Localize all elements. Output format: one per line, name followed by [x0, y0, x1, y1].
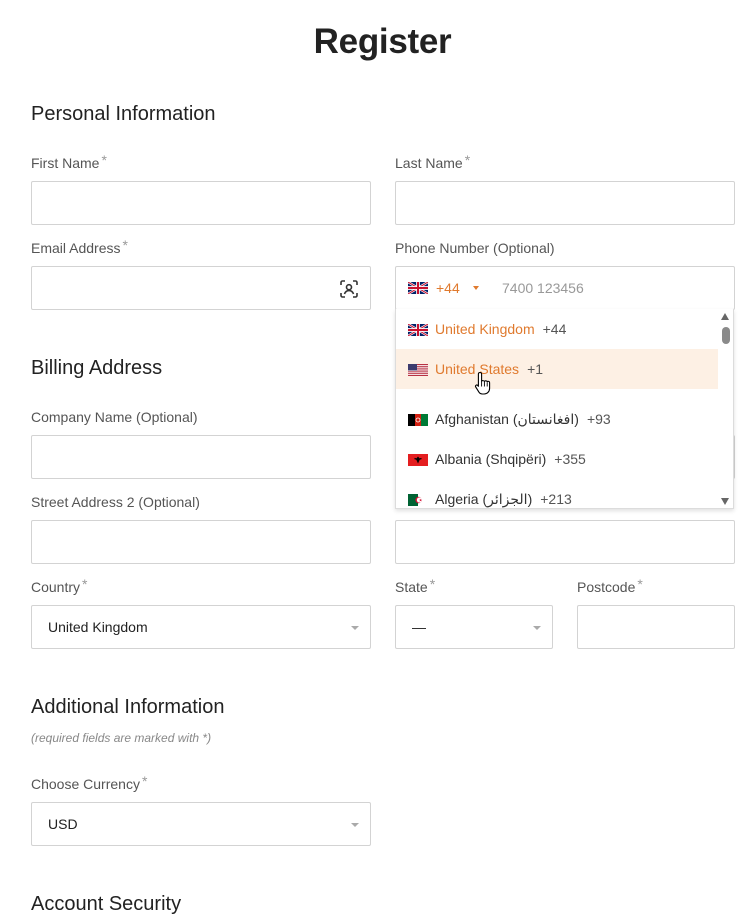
phone-input[interactable]: +44 7400 123456 — [395, 266, 735, 310]
gb-flag-icon — [408, 324, 428, 336]
required-mark: * — [122, 237, 128, 253]
street2-label: Street Address 2 (Optional) — [31, 494, 200, 510]
postcode-label: Postcode * — [577, 576, 643, 595]
scroll-up-arrow-icon[interactable] — [721, 313, 729, 320]
street-address-2-input[interactable] — [31, 520, 371, 564]
last-name-input[interactable] — [395, 181, 735, 225]
country-label: Country * — [31, 576, 88, 595]
required-mark: * — [464, 152, 471, 168]
hand-pointer-cursor-icon — [474, 371, 494, 395]
phone-placeholder: 7400 123456 — [502, 280, 584, 296]
email-input[interactable] — [31, 266, 371, 310]
company-input[interactable] — [31, 435, 371, 479]
dz-flag-icon — [408, 494, 428, 506]
required-fields-note: (required fields are marked with *) — [31, 731, 212, 745]
phone-label: Phone Number (Optional) — [395, 240, 555, 256]
section-heading-personal: Personal Information — [31, 103, 216, 125]
gb-flag-icon — [408, 282, 428, 294]
chevron-down-icon — [351, 626, 359, 630]
first-name-label: First Name * — [31, 152, 107, 171]
page-title: Register — [313, 22, 452, 61]
country-option-code: +355 — [554, 451, 586, 467]
dropdown-scrollbar[interactable] — [718, 309, 733, 508]
us-flag-icon — [408, 364, 428, 376]
state-value: — — [412, 619, 426, 635]
country-option-name: Algeria (‫الجزائر‬‎) — [435, 491, 533, 507]
company-label: Company Name (Optional) — [31, 409, 198, 425]
first-name-input[interactable] — [31, 181, 371, 225]
contact-autofill-icon[interactable] — [340, 280, 358, 298]
phone-country-selector[interactable]: +44 — [396, 267, 490, 309]
country-option-code: +1 — [527, 361, 544, 377]
country-option-name: Albania (Shqipëri) — [435, 451, 547, 467]
currency-value: USD — [48, 816, 78, 832]
country-select[interactable]: United Kingdom — [31, 605, 371, 649]
email-label: Email Address * — [31, 237, 128, 256]
country-option-united-states[interactable]: United States +1 — [396, 349, 719, 389]
country-option-name: United Kingdom — [435, 321, 535, 337]
required-mark: * — [141, 773, 148, 789]
scrollbar-thumb[interactable] — [722, 327, 730, 344]
chevron-down-icon — [473, 286, 479, 290]
country-option-albania[interactable]: Albania (Shqipëri) +355 — [396, 439, 719, 479]
al-flag-icon — [408, 454, 428, 466]
country-option-code: +44 — [542, 321, 567, 337]
register-page: Register Personal Information First Name… — [0, 0, 755, 917]
country-option-algeria[interactable]: Algeria (‫الجزائر‬‎) +213 — [396, 479, 719, 508]
af-flag-icon — [408, 414, 428, 426]
state-select[interactable]: — — [395, 605, 553, 649]
city-input[interactable] — [395, 520, 735, 564]
currency-label: Choose Currency * — [31, 773, 148, 792]
required-mark: * — [637, 576, 643, 592]
country-value: United Kingdom — [48, 619, 148, 635]
chevron-down-icon — [533, 626, 541, 630]
scroll-down-arrow-icon[interactable] — [721, 498, 729, 505]
last-name-label: Last Name * — [395, 152, 471, 171]
country-option-code: +93 — [586, 411, 611, 427]
required-mark: * — [429, 576, 436, 592]
country-option-name: Afghanistan (‫افغانستان‬‎) — [435, 411, 579, 427]
section-heading-security: Account Security — [31, 893, 182, 915]
section-heading-billing: Billing Address — [31, 357, 163, 379]
country-option-code: +213 — [540, 491, 572, 507]
postcode-input[interactable] — [577, 605, 735, 649]
country-option-afghanistan[interactable]: Afghanistan (‫افغانستان‬‎) +93 — [396, 399, 719, 439]
required-mark: * — [82, 576, 88, 592]
section-heading-additional: Additional Information — [31, 696, 225, 718]
state-label: State * — [395, 576, 436, 595]
chevron-down-icon — [351, 823, 359, 827]
phone-country-dropdown[interactable]: United Kingdom +44 United States +1 Afgh… — [395, 309, 734, 509]
phone-dial-code: +44 — [436, 280, 460, 296]
currency-select[interactable]: USD — [31, 802, 371, 846]
country-option-united-kingdom[interactable]: United Kingdom +44 — [396, 309, 719, 349]
required-mark: * — [101, 152, 107, 168]
